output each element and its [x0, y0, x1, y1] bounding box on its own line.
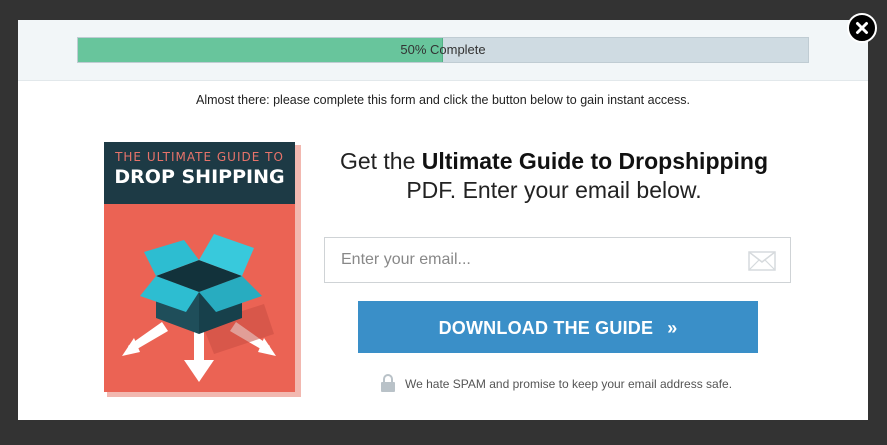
ebook-header: THE ULTIMATE GUIDE TO DROP SHIPPING [104, 142, 295, 204]
progress-section: 50% Complete [18, 20, 868, 81]
open-box-arrows-icon [122, 234, 276, 382]
ebook-cover: THE ULTIMATE GUIDE TO DROP SHIPPING [104, 142, 301, 397]
optin-modal: 50% Complete Almost there: please comple… [18, 20, 868, 420]
lock-icon [381, 374, 395, 392]
email-field[interactable] [324, 237, 791, 283]
progress-label: 50% Complete [400, 42, 486, 57]
envelope-icon [748, 251, 776, 271]
close-button[interactable] [847, 13, 877, 43]
headline-bold: Ultimate Guide to Dropshipping [421, 148, 769, 174]
privacy-note: We hate SPAM and promise to keep your em… [380, 374, 780, 394]
ebook-cover-face: THE ULTIMATE GUIDE TO DROP SHIPPING [104, 142, 295, 392]
ebook-subtitle: THE ULTIMATE GUIDE TO [115, 150, 284, 164]
double-chevron-right-icon: » [667, 318, 678, 338]
download-guide-button[interactable]: DOWNLOAD THE GUIDE » [358, 301, 758, 353]
headline-line2: PDF. Enter your email below. [406, 177, 702, 203]
headline: Get the Ultimate Guide to Dropshipping P… [324, 147, 784, 205]
instruction-text: Almost there: please complete this form … [195, 93, 690, 107]
ebook-title: DROP SHIPPING [114, 166, 285, 188]
email-input[interactable] [325, 238, 751, 282]
close-icon [856, 22, 868, 34]
headline-prefix: Get the [339, 148, 422, 174]
download-guide-label: DOWNLOAD THE GUIDE [438, 318, 654, 338]
privacy-text: We hate SPAM and promise to keep your em… [405, 377, 733, 391]
progress-bar: 50% Complete [77, 37, 809, 63]
